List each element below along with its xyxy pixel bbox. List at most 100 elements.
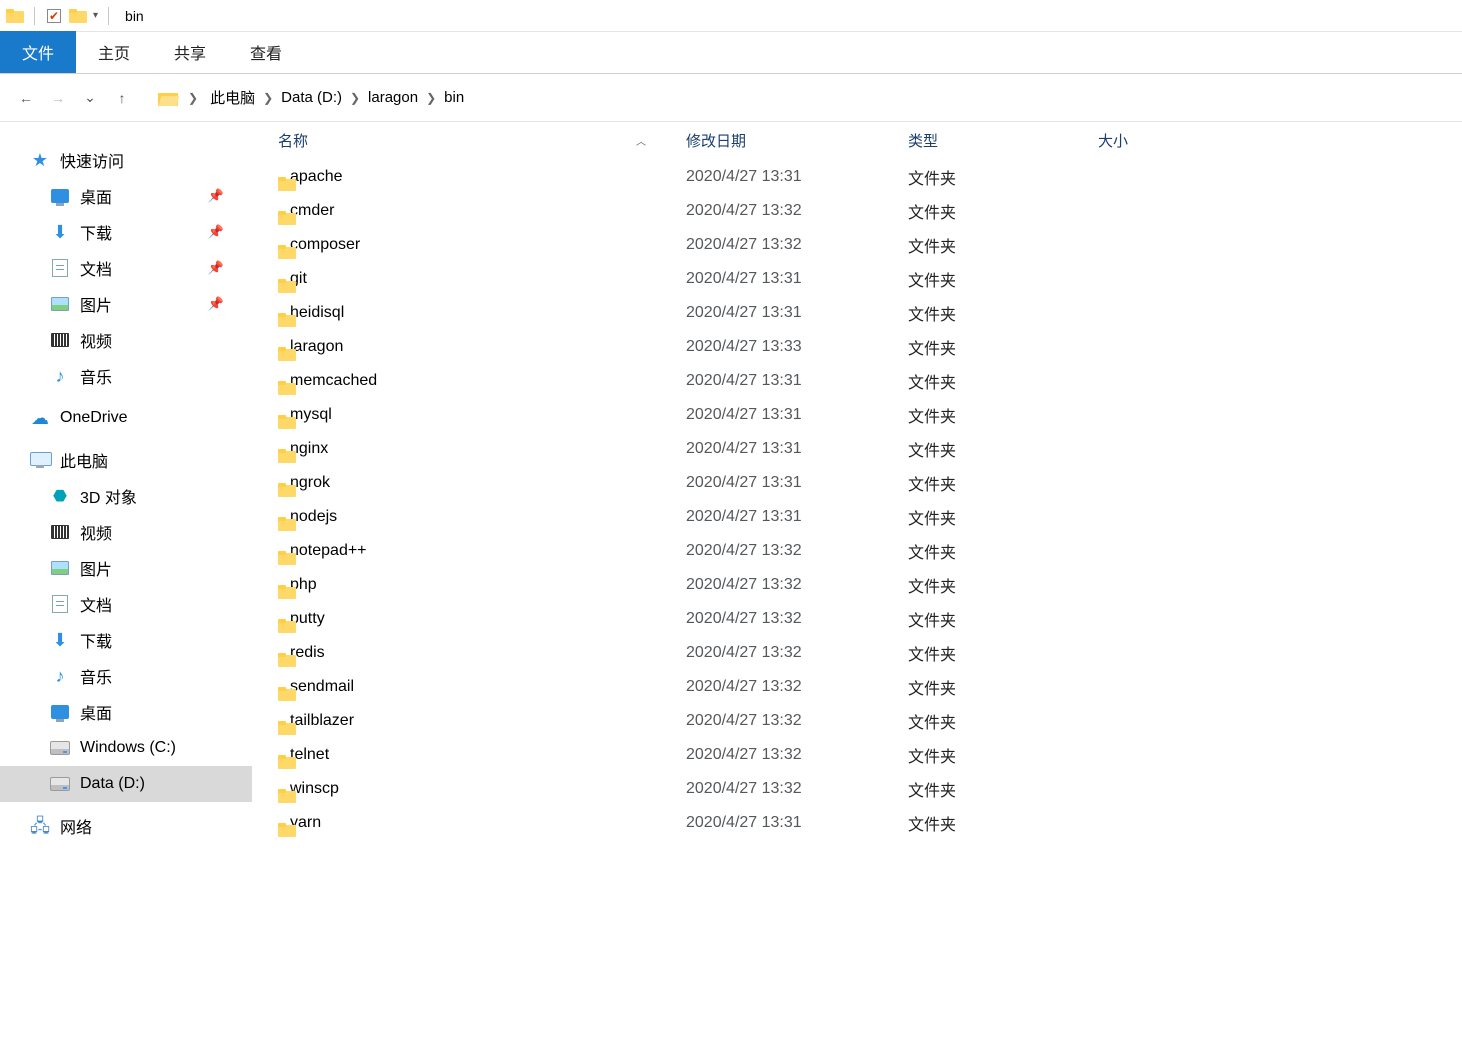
file-type: 文件夹	[908, 471, 1098, 495]
sidebar-item[interactable]: 图片	[0, 550, 252, 586]
file-name-cell: putty	[278, 610, 686, 628]
file-date: 2020/4/27 13:31	[686, 440, 908, 458]
file-name-cell: cmder	[278, 202, 686, 220]
qat-properties-icon[interactable]: ✔	[45, 7, 63, 25]
file-row[interactable]: telnet2020/4/27 13:32文件夹	[252, 738, 1462, 772]
sidebar-this-pc[interactable]: 此电脑	[0, 442, 252, 478]
file-name-cell: memcached	[278, 372, 686, 390]
chevron-right-icon[interactable]: ❯	[188, 91, 198, 105]
file-row[interactable]: notepad++2020/4/27 13:32文件夹	[252, 534, 1462, 568]
file-row[interactable]: tailblazer2020/4/27 13:32文件夹	[252, 704, 1462, 738]
sidebar-item[interactable]: 文档📌	[0, 250, 252, 286]
file-row[interactable]: php2020/4/27 13:32文件夹	[252, 568, 1462, 602]
file-row[interactable]: memcached2020/4/27 13:31文件夹	[252, 364, 1462, 398]
column-header-type[interactable]: 类型	[908, 130, 1098, 151]
sidebar-label: 网络	[60, 814, 92, 838]
file-type: 文件夹	[908, 369, 1098, 393]
sidebar-network[interactable]: 🖧 网络	[0, 808, 252, 844]
sidebar-item[interactable]: ⬣3D 对象	[0, 478, 252, 514]
sidebar-item[interactable]: 桌面	[0, 694, 252, 730]
breadcrumb-root-icon[interactable]	[158, 89, 176, 107]
file-name-cell: mysql	[278, 406, 686, 424]
sidebar-item[interactable]: 文档	[0, 586, 252, 622]
ribbon-tab[interactable]: 共享	[152, 31, 228, 73]
breadcrumb-segment[interactable]: laragon	[368, 89, 418, 106]
pin-icon: 📌	[208, 188, 224, 204]
sidebar-item[interactable]: ⬇下载	[0, 622, 252, 658]
file-type: 文件夹	[908, 641, 1098, 665]
file-name-cell: sendmail	[278, 678, 686, 696]
column-header-name[interactable]: 名称 ︿	[278, 130, 686, 151]
disk-icon	[50, 739, 70, 757]
column-header-date[interactable]: 修改日期	[686, 130, 908, 151]
file-row[interactable]: heidisql2020/4/27 13:31文件夹	[252, 296, 1462, 330]
file-row[interactable]: laragon2020/4/27 13:33文件夹	[252, 330, 1462, 364]
file-row[interactable]: composer2020/4/27 13:32文件夹	[252, 228, 1462, 262]
breadcrumb-segment[interactable]: bin	[444, 89, 464, 106]
sidebar-item-label: 音乐	[80, 364, 112, 388]
sidebar-item[interactable]: ⬇下载📌	[0, 214, 252, 250]
file-row[interactable]: yarn2020/4/27 13:31文件夹	[252, 806, 1462, 840]
video-icon	[50, 331, 70, 349]
nav-up-icon[interactable]: ↑	[112, 88, 132, 108]
navbar: ← → ⌄ ↑ ❯ 此电脑 ❯ Data (D:) ❯ laragon ❯ bin	[0, 74, 1462, 122]
file-row[interactable]: redis2020/4/27 13:32文件夹	[252, 636, 1462, 670]
file-row[interactable]: ngrok2020/4/27 13:31文件夹	[252, 466, 1462, 500]
sidebar-item[interactable]: 视频	[0, 514, 252, 550]
file-type: 文件夹	[908, 233, 1098, 257]
cube-icon: ⬣	[50, 487, 70, 505]
file-type: 文件夹	[908, 301, 1098, 325]
file-date: 2020/4/27 13:32	[686, 644, 908, 662]
file-row[interactable]: winscp2020/4/27 13:32文件夹	[252, 772, 1462, 806]
sidebar-item-label: 音乐	[80, 664, 112, 688]
column-header-size[interactable]: 大小	[1098, 130, 1462, 151]
document-icon	[50, 259, 70, 277]
sidebar-item[interactable]: ♪ 音乐	[0, 358, 252, 394]
sidebar-item[interactable]: 图片📌	[0, 286, 252, 322]
music-icon: ♪	[50, 367, 70, 385]
file-type: 文件夹	[908, 199, 1098, 223]
nav-recent-icon[interactable]: ⌄	[80, 88, 100, 108]
file-date: 2020/4/27 13:32	[686, 746, 908, 764]
sidebar-item[interactable]: 视频	[0, 322, 252, 358]
file-row[interactable]: cmder2020/4/27 13:32文件夹	[252, 194, 1462, 228]
breadcrumb-segment[interactable]: 此电脑	[210, 87, 255, 108]
sidebar-item-label: Data (D:)	[80, 775, 145, 793]
qat-folder-icon[interactable]	[69, 7, 87, 25]
chevron-right-icon[interactable]: ❯	[426, 91, 436, 105]
separator	[34, 7, 35, 25]
column-label: 名称	[278, 130, 308, 151]
desktop-icon	[50, 703, 70, 721]
file-type: 文件夹	[908, 777, 1098, 801]
file-row[interactable]: sendmail2020/4/27 13:32文件夹	[252, 670, 1462, 704]
file-list-area: 名称 ︿ 修改日期 类型 大小 apache2020/4/27 13:31文件夹…	[252, 122, 1462, 870]
sidebar-item[interactable]: Windows (C:)	[0, 730, 252, 766]
file-date: 2020/4/27 13:31	[686, 474, 908, 492]
breadcrumb[interactable]: 此电脑 ❯ Data (D:) ❯ laragon ❯ bin	[210, 87, 464, 108]
breadcrumb-segment[interactable]: Data (D:)	[281, 89, 342, 106]
file-name-cell: git	[278, 270, 686, 288]
chevron-right-icon[interactable]: ❯	[263, 91, 273, 105]
sidebar-onedrive[interactable]: ☁ OneDrive	[0, 400, 252, 436]
sidebar: ★ 快速访问 桌面📌⬇下载📌文档📌图片📌视频♪音乐 ☁ OneDrive 此电脑…	[0, 122, 252, 870]
file-row[interactable]: mysql2020/4/27 13:31文件夹	[252, 398, 1462, 432]
nav-back-icon[interactable]: ←	[16, 88, 36, 108]
sidebar-item[interactable]: 桌面📌	[0, 178, 252, 214]
file-row[interactable]: putty2020/4/27 13:32文件夹	[252, 602, 1462, 636]
file-row[interactable]: nginx2020/4/27 13:31文件夹	[252, 432, 1462, 466]
chevron-right-icon[interactable]: ❯	[350, 91, 360, 105]
file-name: winscp	[290, 780, 339, 798]
ribbon-tab[interactable]: 主页	[76, 31, 152, 73]
ribbon-tab[interactable]: 查看	[228, 31, 304, 73]
file-date: 2020/4/27 13:31	[686, 508, 908, 526]
sidebar-item[interactable]: Data (D:)	[0, 766, 252, 802]
ribbon-tab-file[interactable]: 文件	[0, 31, 76, 73]
nav-forward-icon[interactable]: →	[48, 88, 68, 108]
sidebar-quick-access[interactable]: ★ 快速访问	[0, 142, 252, 178]
file-row[interactable]: nodejs2020/4/27 13:31文件夹	[252, 500, 1462, 534]
qat-customize-icon[interactable]: ▾	[93, 10, 98, 21]
sidebar-item[interactable]: ♪音乐	[0, 658, 252, 694]
file-date: 2020/4/27 13:32	[686, 610, 908, 628]
file-row[interactable]: apache2020/4/27 13:31文件夹	[252, 160, 1462, 194]
file-row[interactable]: git2020/4/27 13:31文件夹	[252, 262, 1462, 296]
